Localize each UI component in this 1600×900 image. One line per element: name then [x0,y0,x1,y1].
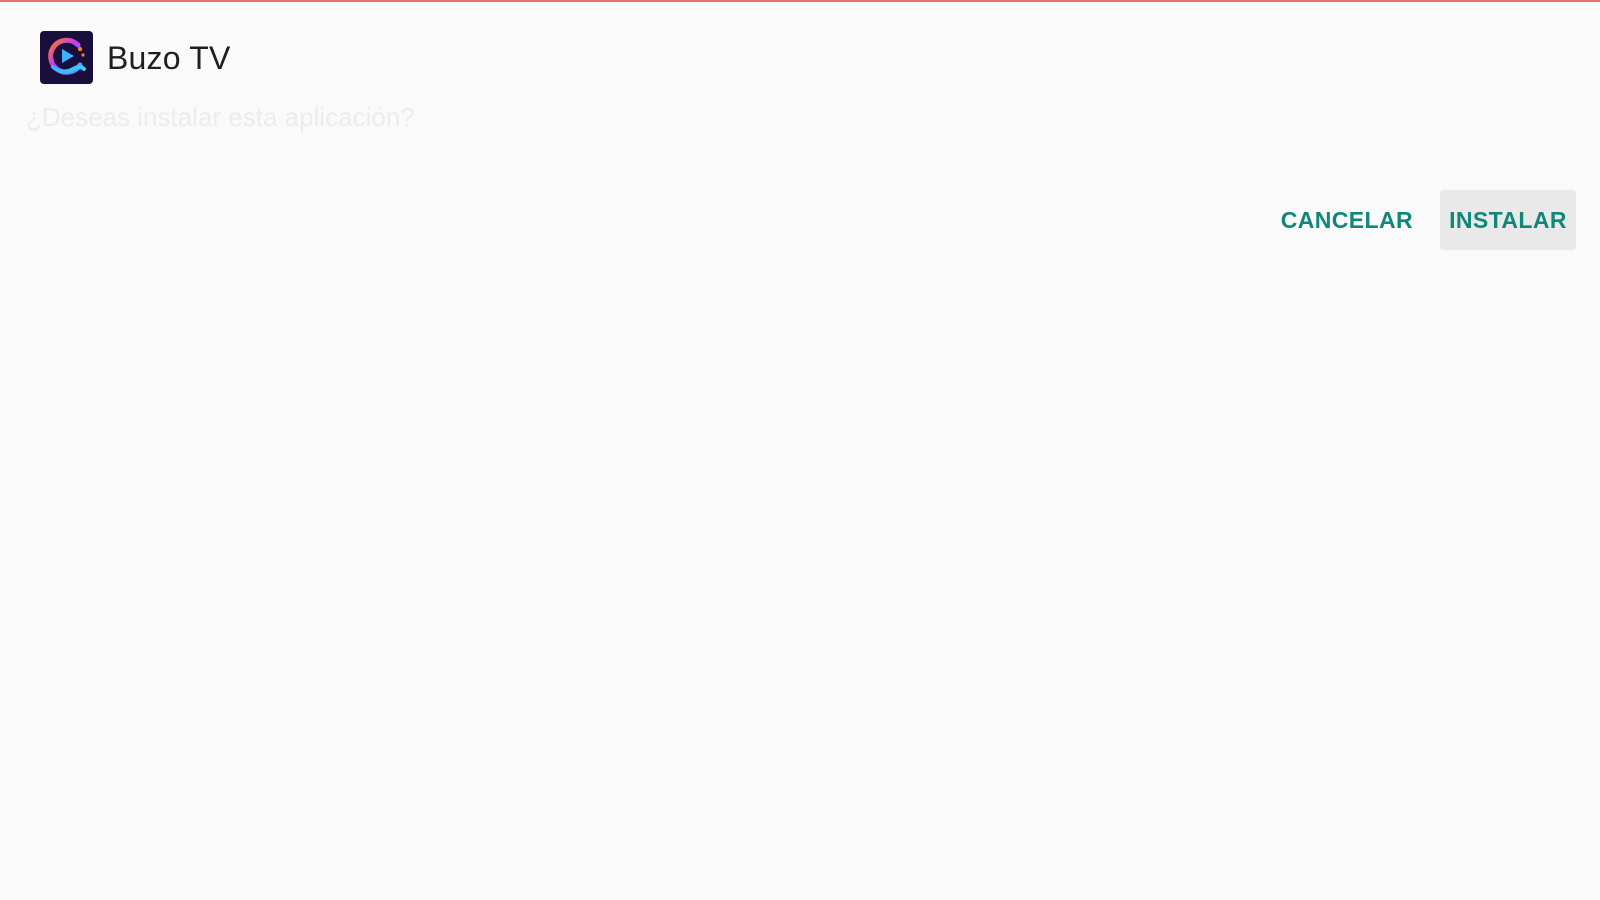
install-dialog: Buzo TV ¿Deseas instalar esta aplicación… [0,0,1600,900]
buzo-tv-app-icon [40,31,93,84]
app-title: Buzo TV [107,39,231,76]
dialog-header: Buzo TV [40,31,231,84]
install-question: ¿Deseas instalar esta aplicación? [26,102,415,132]
cancel-button[interactable]: CANCELAR [1267,190,1427,250]
install-button[interactable]: INSTALAR [1440,190,1576,250]
dialog-actions: CANCELAR INSTALAR [1267,190,1576,250]
